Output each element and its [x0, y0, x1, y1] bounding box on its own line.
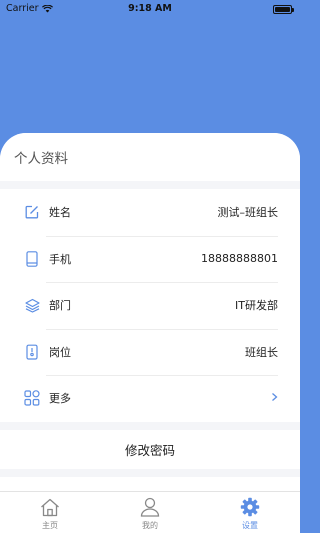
user-icon	[139, 496, 161, 518]
row-label: 部门	[49, 299, 71, 313]
edit-icon	[24, 204, 40, 220]
tab-label: 主页	[42, 521, 58, 530]
phone-icon	[24, 250, 40, 267]
layers-icon	[24, 297, 40, 313]
profile-row-phone: 手机 18888888801	[0, 235, 300, 283]
profile-sheet: 个人资料 姓名 测试–班组长 手机 18888888801 部门 IT研发部 岗…	[0, 133, 300, 533]
grid-icon	[24, 390, 40, 406]
row-label: 更多	[49, 392, 71, 406]
tab-settings[interactable]: 设置	[200, 492, 300, 533]
row-value: 18888888801	[201, 252, 278, 266]
profile-row-position: 岗位 班组长	[0, 328, 300, 376]
status-bar: Carrier 9:18 AM	[0, 0, 300, 20]
row-value: 班组长	[245, 345, 278, 359]
gear-icon	[239, 496, 261, 518]
profile-row-more[interactable]: 更多	[0, 375, 300, 422]
row-value: 测试–班组长	[217, 206, 279, 220]
profile-header: 个人资料	[0, 133, 300, 181]
row-label: 手机	[49, 252, 71, 266]
tab-label: 设置	[242, 521, 258, 530]
tab-label: 我的	[142, 521, 158, 530]
clock: 9:18 AM	[128, 3, 172, 14]
row-value: IT研发部	[235, 299, 278, 313]
row-label: 岗位	[49, 345, 71, 359]
tab-bar: 主页 我的 设置	[0, 491, 300, 533]
page-title: 个人资料	[14, 151, 68, 167]
tab-home[interactable]: 主页	[0, 492, 100, 533]
profile-info-list: 姓名 测试–班组长 手机 18888888801 部门 IT研发部 岗位 班组长…	[0, 189, 300, 422]
tab-mine[interactable]: 我的	[100, 492, 200, 533]
profile-row-department: 部门 IT研发部	[0, 282, 300, 329]
home-icon	[39, 496, 61, 518]
chevron-right-icon	[271, 391, 278, 406]
change-password-label: 修改密码	[124, 442, 175, 458]
battery-icon	[273, 5, 294, 14]
badge-icon	[24, 344, 40, 360]
profile-row-name: 姓名 测试–班组长	[0, 189, 300, 236]
row-label: 姓名	[49, 206, 71, 220]
change-password-button[interactable]: 修改密码	[0, 429, 300, 469]
